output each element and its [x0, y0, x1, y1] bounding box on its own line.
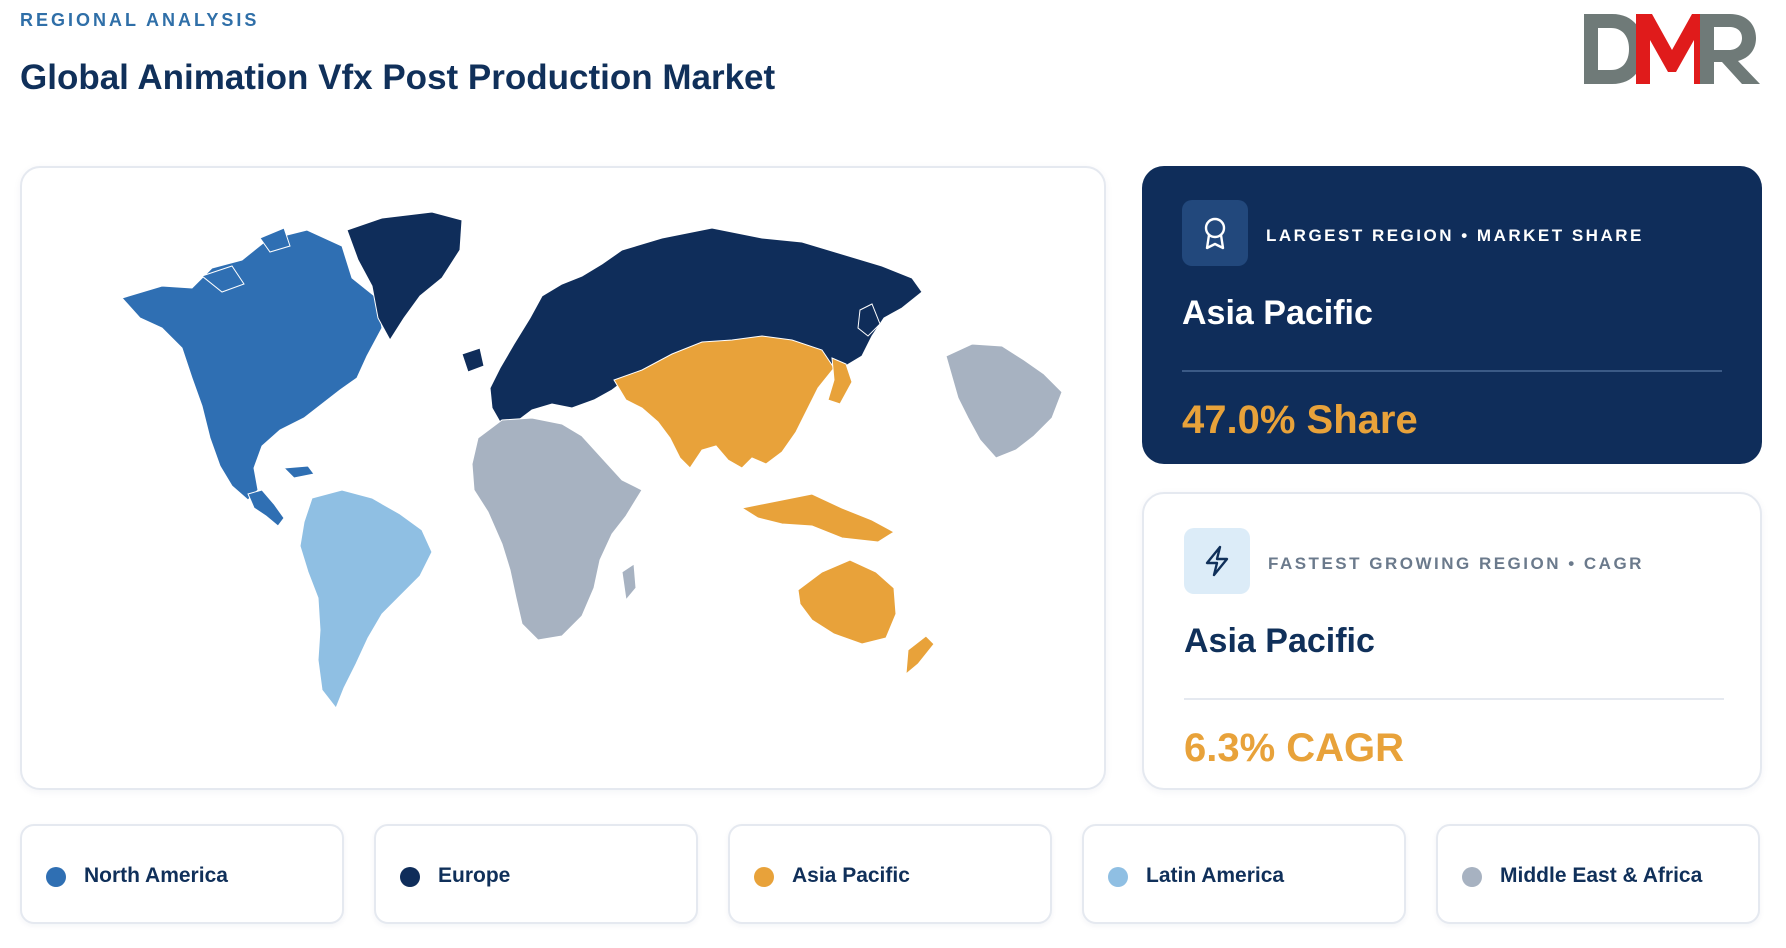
- logo-letter-r: [1700, 14, 1760, 84]
- legend-dot: [1108, 867, 1128, 887]
- largest-region-name: Asia Pacific: [1182, 294, 1373, 332]
- legend-item-middle-east-africa: Middle East & Africa: [1436, 824, 1760, 924]
- region-latin-america: [299, 489, 433, 709]
- legend-label: Middle East & Africa: [1500, 864, 1703, 887]
- divider: [1184, 698, 1724, 700]
- region-asia-pacific: [613, 335, 935, 676]
- largest-region-share: 47.0% Share: [1182, 398, 1418, 442]
- largest-region-label: LARGEST REGION • MARKET SHARE: [1266, 226, 1644, 245]
- legend-label: Europe: [438, 864, 511, 887]
- legend-dot: [754, 867, 774, 887]
- legend-dot: [1462, 867, 1482, 887]
- logo-letter-m: [1636, 14, 1708, 84]
- legend-dot: [46, 867, 66, 887]
- legend-label: Latin America: [1146, 864, 1285, 887]
- fastest-growing-name: Asia Pacific: [1184, 622, 1375, 660]
- legend-item-latin-america: Latin America: [1082, 824, 1406, 924]
- award-ribbon-icon: [1182, 200, 1248, 266]
- lightning-bolt-icon: [1184, 528, 1250, 594]
- logo-letter-d: [1584, 14, 1644, 84]
- fastest-growing-cagr: 6.3% CAGR: [1184, 726, 1405, 770]
- legend-label: Asia Pacific: [792, 864, 910, 887]
- dmr-logo: [1584, 14, 1760, 84]
- legend-item-asia-pacific: Asia Pacific: [728, 824, 1052, 924]
- eyebrow-label: REGIONAL ANALYSIS: [20, 10, 260, 30]
- legend-label: North America: [84, 864, 228, 887]
- largest-region-card: LARGEST REGION • MARKET SHARE Asia Pacif…: [1142, 166, 1762, 464]
- legend-item-north-america: North America: [20, 824, 344, 924]
- legend-item-europe: Europe: [374, 824, 698, 924]
- page-title: Global Animation Vfx Post Production Mar…: [20, 58, 776, 97]
- divider: [1182, 370, 1722, 372]
- world-map: [121, 211, 1063, 709]
- world-map-card: [20, 166, 1106, 790]
- region-north-america: [121, 227, 383, 527]
- fastest-growing-label: FASTEST GROWING REGION • CAGR: [1268, 554, 1644, 573]
- legend-dot: [400, 867, 420, 887]
- fastest-growing-card: FASTEST GROWING REGION • CAGR Asia Pacif…: [1142, 492, 1762, 790]
